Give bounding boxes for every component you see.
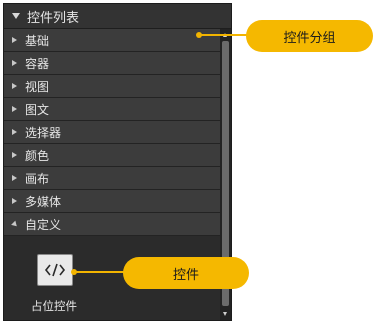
category-label: 画布 xyxy=(25,171,50,186)
category-image-text[interactable]: 图文 xyxy=(4,98,220,121)
callout-group-label: 控件分组 xyxy=(246,20,373,52)
panel-title: 控件列表 xyxy=(27,10,80,26)
category-label: 颜色 xyxy=(25,148,50,163)
category-label: 视图 xyxy=(25,79,50,94)
placeholder-control-item[interactable] xyxy=(37,254,73,286)
category-label: 图文 xyxy=(25,102,50,117)
category-view[interactable]: 视图 xyxy=(4,75,220,98)
callout-line-control xyxy=(76,271,125,273)
category-label: 基础 xyxy=(25,33,50,48)
category-label: 容器 xyxy=(25,56,50,71)
category-basic[interactable]: 基础 xyxy=(4,29,220,52)
expand-arrow-icon xyxy=(12,175,17,181)
category-multimedia[interactable]: 多媒体 xyxy=(4,190,220,213)
expand-arrow-icon xyxy=(12,106,17,112)
scroll-down-arrow-icon[interactable] xyxy=(223,312,227,316)
category-color[interactable]: 颜色 xyxy=(4,144,220,167)
expand-arrow-icon xyxy=(12,83,17,89)
collapse-arrow-icon xyxy=(12,13,20,19)
expanded-arrow-icon xyxy=(11,220,19,228)
expand-arrow-icon xyxy=(12,60,17,66)
category-label: 多媒体 xyxy=(25,194,62,209)
expand-arrow-icon xyxy=(12,152,17,158)
category-custom[interactable]: 自定义 xyxy=(4,213,220,236)
expand-arrow-icon xyxy=(12,129,17,135)
category-canvas[interactable]: 画布 xyxy=(4,167,220,190)
panel-header[interactable]: 控件列表 xyxy=(4,4,231,29)
callout-control-label: 控件 xyxy=(123,257,249,289)
placeholder-control-label: 占位控件 xyxy=(31,299,77,313)
category-container[interactable]: 容器 xyxy=(4,52,220,75)
category-label: 自定义 xyxy=(25,217,62,232)
category-selector[interactable]: 选择器 xyxy=(4,121,220,144)
expand-arrow-icon xyxy=(12,198,17,204)
category-label: 选择器 xyxy=(25,125,62,140)
expand-arrow-icon xyxy=(12,37,17,43)
callout-line-group xyxy=(201,34,248,36)
code-brackets-icon xyxy=(44,263,66,277)
